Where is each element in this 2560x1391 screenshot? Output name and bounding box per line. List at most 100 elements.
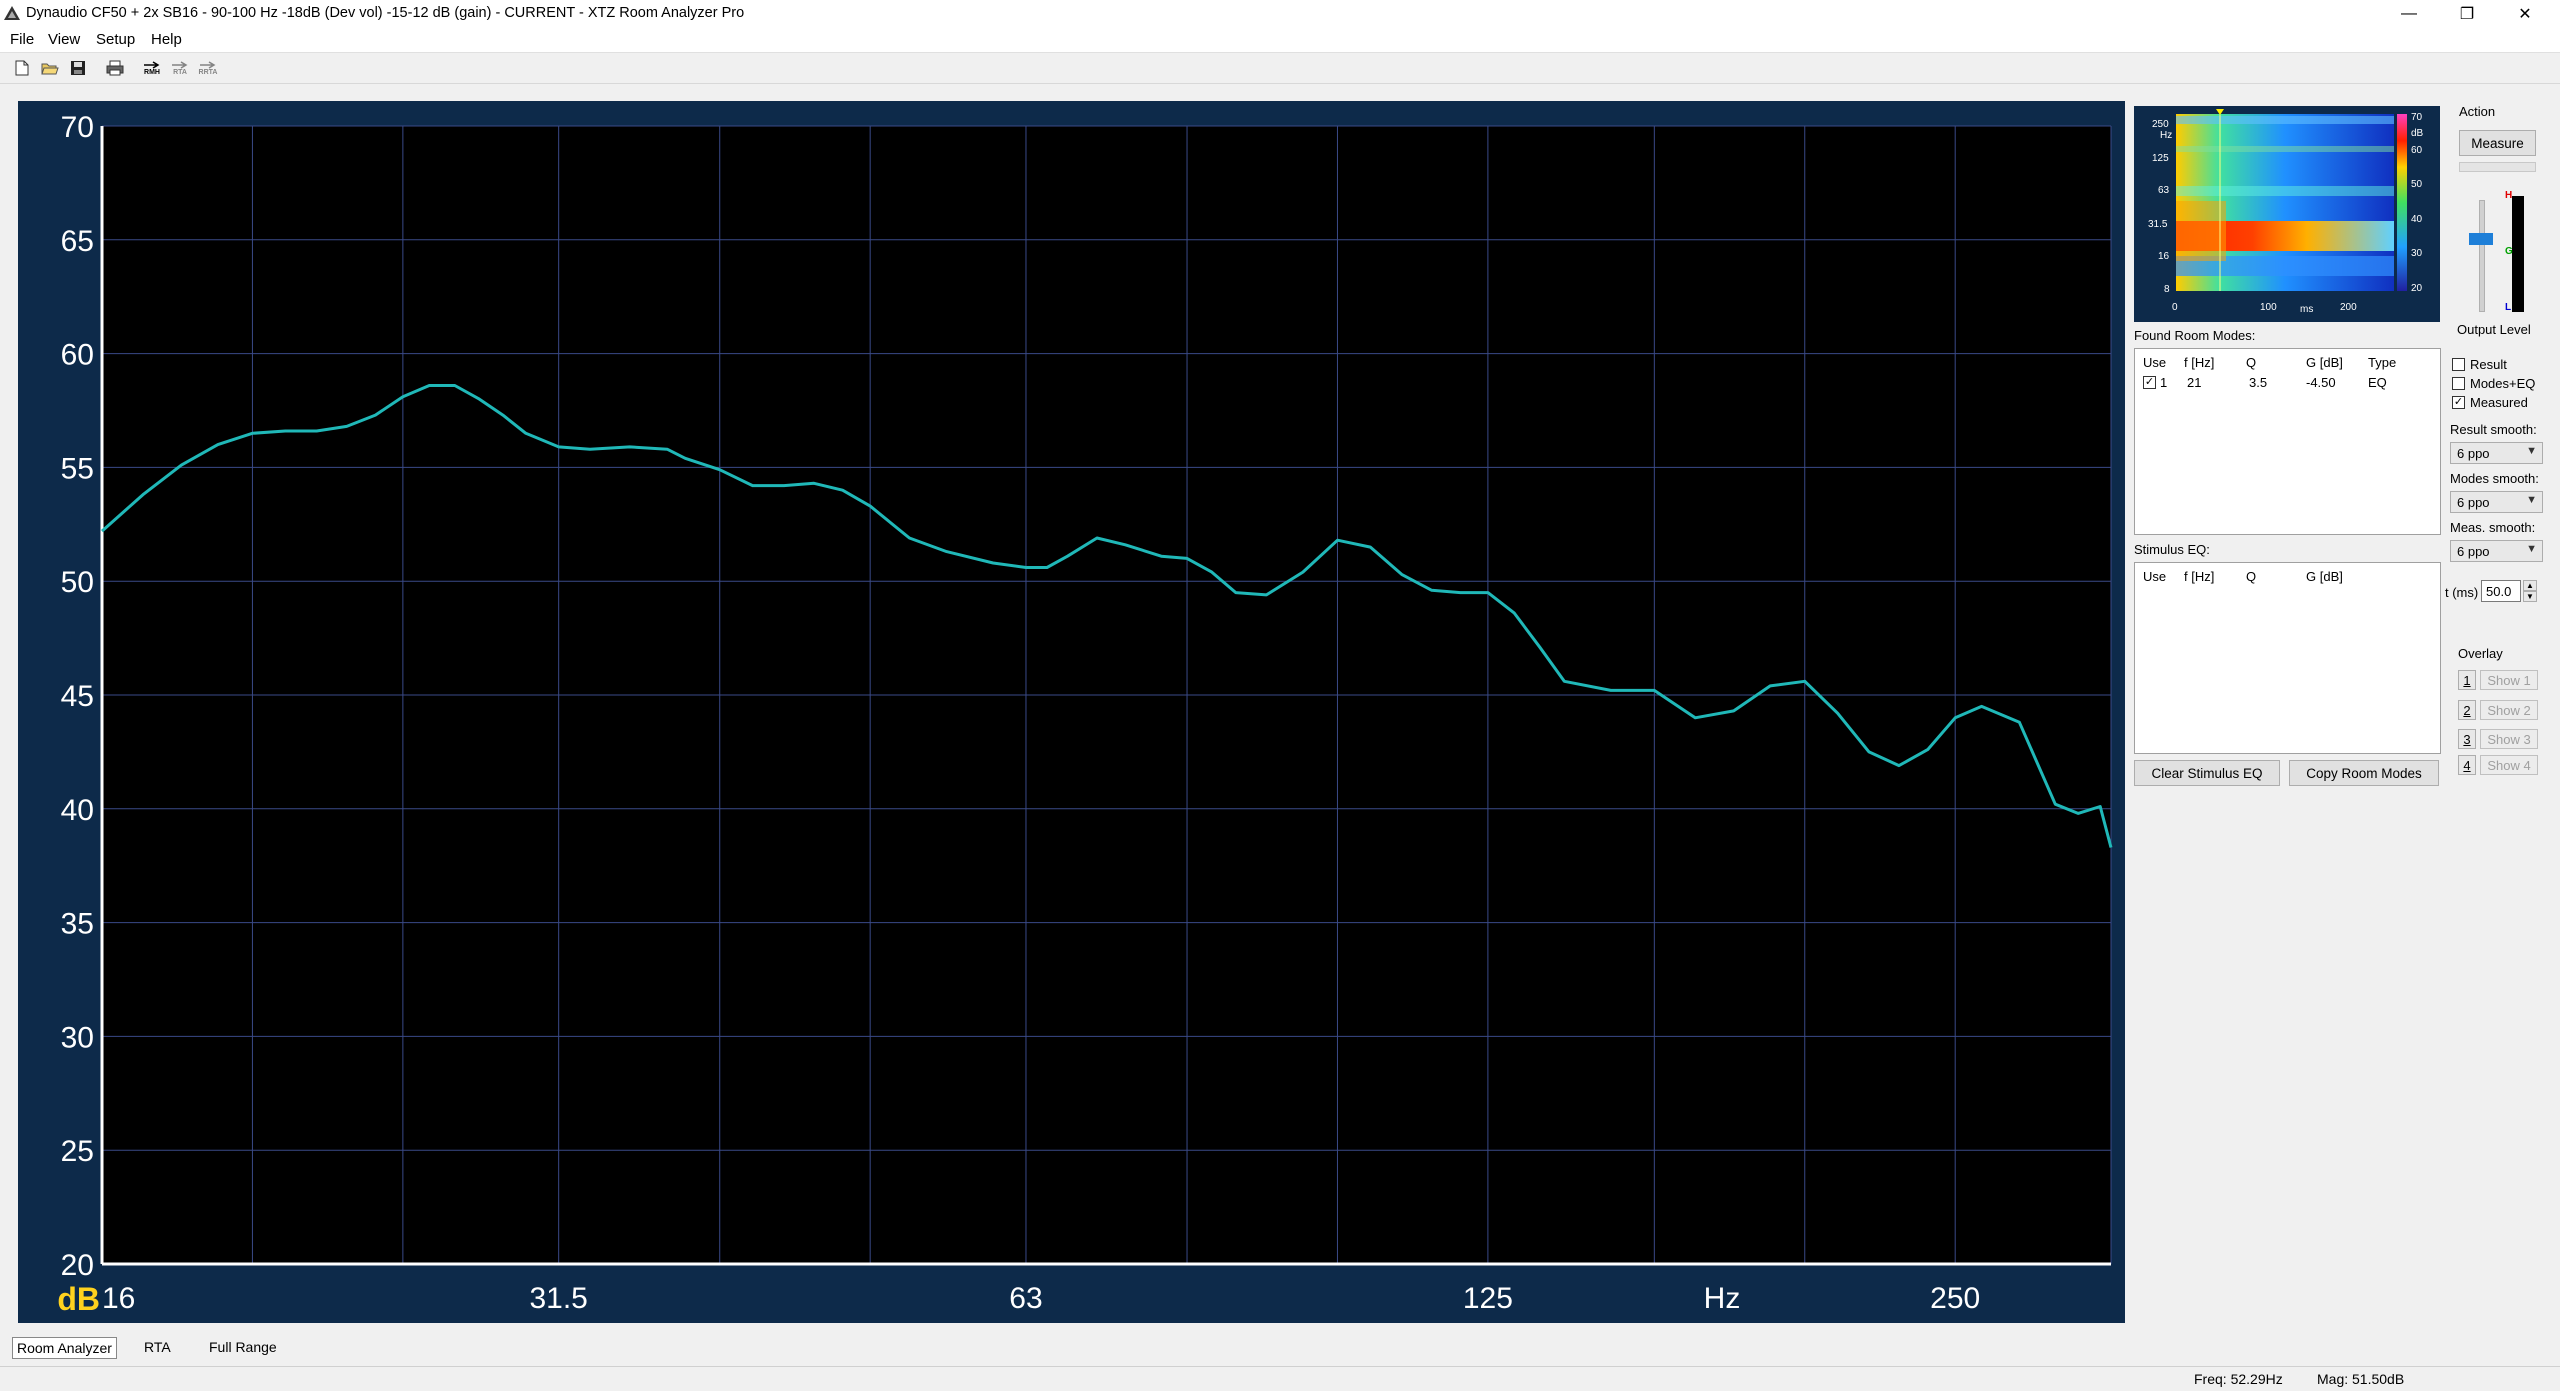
wf-scale-label: dB [2411,128,2424,139]
x-tick-label: 16 [102,1282,135,1315]
measured-label: Measured [2470,395,2528,410]
stimulus-eq-list[interactable]: Use f [Hz] Q G [dB] [2134,562,2441,754]
new-icon[interactable] [10,57,34,79]
menu-view[interactable]: View [48,31,80,48]
rrta-label: RRTA [198,68,218,76]
chevron-down-icon: ▼ [2526,445,2537,457]
level-meter [2512,196,2524,312]
y-tick-label: 55 [61,452,94,485]
progress-bar [2459,162,2536,172]
wf-x-label: 200 [2340,302,2357,313]
x-tick-label: 31.5 [529,1282,587,1315]
toolbar: RMH RTA RRTA [0,53,2560,84]
show-3-button[interactable]: Show 3 [2480,729,2538,749]
measure-button[interactable]: Measure [2459,130,2536,156]
chevron-down-icon: ▼ [2526,543,2537,555]
result-checkbox[interactable] [2452,358,2465,371]
tab-full-range[interactable]: Full Range [205,1337,281,1357]
mode-index: 1 [2160,375,2168,390]
y-tick-label: 50 [61,566,94,599]
modes-smooth-value: 6 ppo [2457,494,2490,510]
output-level-label: Output Level [2457,322,2531,337]
output-level-slider-thumb[interactable] [2469,233,2493,245]
print-icon[interactable] [103,57,127,79]
y-tick-label: 65 [61,225,94,258]
spin-down-icon[interactable]: ▼ [2523,591,2537,602]
modes-smooth-label: Modes smooth: [2450,471,2539,486]
y-tick-label: 70 [61,111,94,144]
wf-scale-label: 60 [2411,145,2423,156]
minimize-button[interactable]: — [2380,0,2438,28]
y-tick-label: 60 [61,339,94,372]
col-use: Use [2143,355,2167,370]
show-2-button[interactable]: Show 2 [2480,700,2538,720]
tab-room-analyzer[interactable]: Room Analyzer [12,1337,117,1359]
meas-smooth-select[interactable]: 6 ppo ▼ [2450,540,2543,562]
col-q: Q [2246,569,2257,584]
action-label: Action [2459,104,2496,119]
meas-smooth-value: 6 ppo [2457,543,2490,559]
y-tick-label: 45 [61,680,94,713]
y-tick-label: 20 [61,1249,94,1282]
spin-up-icon[interactable]: ▲ [2523,580,2537,591]
menu-help[interactable]: Help [151,31,182,48]
menu-file[interactable]: File [10,31,34,48]
meter-good-label: G [2505,246,2513,257]
clear-stimulus-eq-button[interactable]: Clear Stimulus EQ [2134,760,2280,786]
x-axis-label: Hz [1704,1282,1741,1315]
open-icon[interactable] [38,57,62,79]
wf-scale-label: 50 [2411,179,2423,190]
frequency-response-chart[interactable]: 70 65 60 55 50 45 40 35 30 25 2016 31.5 63 125 250 Hz dB [18,101,2125,1323]
output-level-slider-track[interactable] [2479,200,2485,312]
show-1-button[interactable]: Show 1 [2480,670,2538,690]
modes-smooth-select[interactable]: 6 ppo ▼ [2450,491,2543,513]
result-label: Result [2470,357,2507,372]
y-tick-label: 35 [61,908,94,941]
rmh-label: RMH [144,68,160,76]
wf-scale-label: 70 [2411,112,2423,123]
wf-y-label: Hz [2160,130,2172,141]
x-tick-label: 250 [1930,1282,1980,1315]
meter-high-label: H [2505,190,2513,201]
col-use: Use [2143,569,2167,584]
menu-setup[interactable]: Setup [96,31,135,48]
col-type: Type [2368,355,2397,370]
result-smooth-label: Result smooth: [2450,422,2537,437]
tab-rta[interactable]: RTA [140,1337,175,1357]
copy-room-modes-button[interactable]: Copy Room Modes [2289,760,2439,786]
modes-eq-label: Modes+EQ [2470,376,2536,391]
wf-y-label: 63 [2158,185,2170,196]
overlay-1-button[interactable]: 1 [2458,670,2476,690]
time-input[interactable]: 50.0 [2481,580,2521,602]
overlay-2-button[interactable]: 2 [2458,700,2476,720]
room-modes-list[interactable]: Use f [Hz] Q G [dB] Type ✓ 1 21 3.5 -4.5… [2134,348,2441,535]
waterfall-panel[interactable]: 250 Hz 125 63 31.5 16 8 0 100 ms 200 70 … [2134,106,2440,322]
result-smooth-select[interactable]: 6 ppo ▼ [2450,442,2543,464]
stimulus-eq-label: Stimulus EQ: [2134,542,2210,557]
measured-checkbox[interactable]: ✓ [2452,396,2465,409]
maximize-button[interactable]: ❐ [2438,0,2496,28]
result-smooth-value: 6 ppo [2457,445,2490,461]
room-modes-label: Found Room Modes: [2134,328,2256,343]
status-freq: Freq: 52.29Hz [2194,1371,2283,1387]
close-button[interactable]: ✕ [2496,0,2554,28]
wf-y-label: 16 [2158,251,2170,262]
col-freq: f [Hz] [2184,569,2215,584]
table-row[interactable]: ✓ 1 21 3.5 -4.50 EQ [2135,373,2438,391]
show-4-button[interactable]: Show 4 [2480,755,2538,775]
rmh-icon[interactable]: RMH [140,57,164,79]
y-tick-label: 25 [61,1135,94,1168]
rrta-icon[interactable]: RRTA [196,57,220,79]
menu-bar: File View Setup Help [0,28,2560,53]
title-bar[interactable]: Dynaudio CF50 + 2x SB16 - 90-100 Hz -18d… [0,0,2560,28]
waterfall-spectrogram: 250 Hz 125 63 31.5 16 8 0 100 ms 200 70 … [2148,109,2424,315]
modes-eq-checkbox[interactable] [2452,377,2465,390]
wf-y-label: 31.5 [2148,219,2168,230]
mode-use-checkbox[interactable]: ✓ [2143,376,2156,389]
save-icon[interactable] [66,57,90,79]
overlay-3-button[interactable]: 3 [2458,729,2476,749]
rta-icon[interactable]: RTA [168,57,192,79]
time-label: t (ms) [2445,585,2479,600]
mode-freq: 21 [2187,375,2202,390]
overlay-4-button[interactable]: 4 [2458,755,2476,775]
